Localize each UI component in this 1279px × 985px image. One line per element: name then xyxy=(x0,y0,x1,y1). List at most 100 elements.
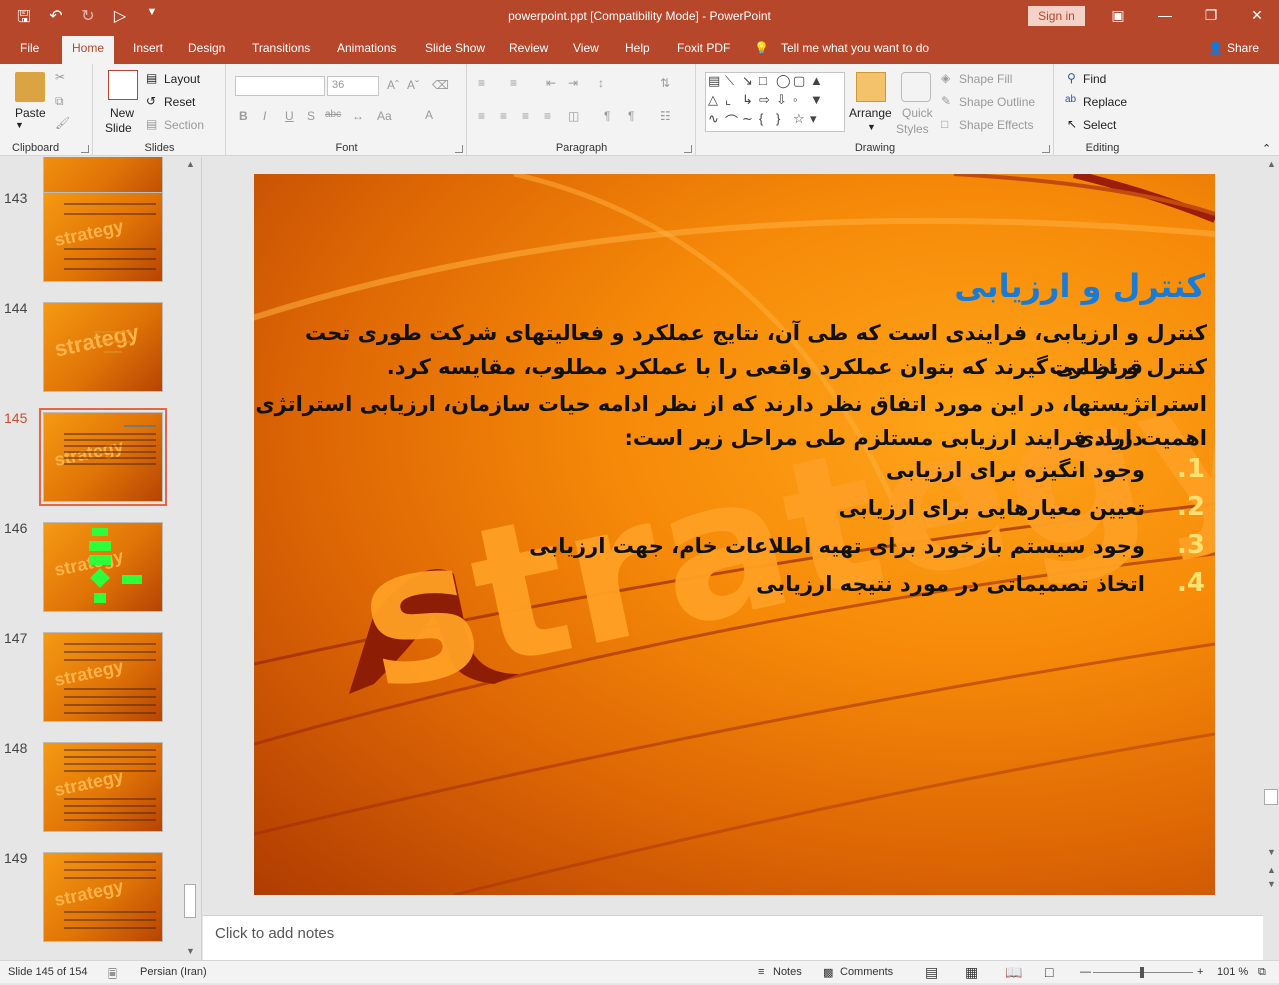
right-arrow-shape-icon[interactable]: ⇨ xyxy=(759,92,776,111)
font-name-combo[interactable] xyxy=(235,76,325,96)
rounded-rect-shape-icon[interactable]: ▢ xyxy=(793,73,810,92)
slide-thumbnail[interactable]: strategy xyxy=(43,852,163,942)
slide-list-item-1[interactable]: 1. وجود انگیزه برای ارزیابی xyxy=(886,454,1205,484)
rtl-icon[interactable]: ¶ xyxy=(604,109,610,123)
new-slide-label-2[interactable]: Slide xyxy=(105,121,132,135)
increase-indent-icon[interactable]: ⇥ xyxy=(568,76,578,90)
slide-scroll-thumb[interactable] xyxy=(1264,789,1278,805)
copy-icon[interactable]: ⧉ xyxy=(55,94,64,109)
tab-review[interactable]: Review xyxy=(509,41,548,55)
scroll-down-icon[interactable]: ▼ xyxy=(186,946,195,956)
slide-145[interactable]: strategy کنترل و ارزیابی کنترل و ارزیابی… xyxy=(254,174,1215,895)
quick-styles-label-2[interactable]: Styles xyxy=(896,122,929,136)
find-button[interactable]: Find xyxy=(1083,72,1106,86)
bullets-icon[interactable]: ≡ xyxy=(478,76,485,90)
change-case-icon[interactable]: Aa xyxy=(377,109,392,123)
slide-list-item-4[interactable]: 4. اتخاذ تصمیماتی در مورد نتیجه ارزیابی xyxy=(756,568,1205,598)
arrange-button[interactable]: Arrange xyxy=(849,106,892,120)
curve-shape-icon[interactable]: ∼ xyxy=(742,111,759,130)
text-direction-icon[interactable]: ⇅ xyxy=(660,76,670,90)
zoom-in-icon[interactable]: + xyxy=(1197,966,1203,978)
brace-right-shape-icon[interactable]: } xyxy=(776,111,793,130)
italic-icon[interactable]: I xyxy=(263,109,266,123)
font-launcher-icon[interactable] xyxy=(455,145,463,153)
clipboard-launcher-icon[interactable] xyxy=(81,145,89,153)
thumbnail-scrollbar[interactable]: ▲ ▼ xyxy=(182,157,198,960)
justify-icon[interactable]: ≡ xyxy=(544,109,551,123)
scroll-down-icon[interactable]: ▼ xyxy=(1267,847,1276,857)
slide-thumbnail[interactable]: strategy xyxy=(43,302,163,392)
cut-icon[interactable]: ✂ xyxy=(55,70,65,84)
notes-button[interactable]: Notes xyxy=(773,966,802,978)
decrease-indent-icon[interactable]: ⇤ xyxy=(546,76,556,90)
slide-paragraph-1-line-2[interactable]: قرار می گیرند که بتوان عملکرد واقعی را ب… xyxy=(387,350,1143,384)
slide-thumbnail[interactable]: strategy xyxy=(43,522,163,612)
columns-icon[interactable]: ◫ xyxy=(568,109,579,123)
tab-transitions[interactable]: Transitions xyxy=(252,41,310,55)
rectangle-shape-icon[interactable]: □ xyxy=(759,73,776,92)
align-right-icon[interactable]: ≡ xyxy=(522,109,529,123)
tab-help[interactable]: Help xyxy=(625,41,650,55)
ribbon-display-options-icon[interactable]: ▣ xyxy=(1108,7,1128,24)
shape-fill-button[interactable]: Shape Fill xyxy=(959,72,1012,86)
zoom-out-icon[interactable]: — xyxy=(1080,966,1091,978)
quick-styles-icon[interactable] xyxy=(901,72,931,102)
font-color-icon[interactable]: A xyxy=(425,108,433,122)
callout-shape-icon[interactable]: ◦ xyxy=(793,92,810,111)
bold-icon[interactable]: B xyxy=(239,109,248,123)
thumbnail-scroll-thumb[interactable] xyxy=(184,884,196,918)
replace-button[interactable]: Replace xyxy=(1083,95,1127,109)
slide-thumbnail[interactable]: strategy xyxy=(43,192,163,282)
shrink-font-icon[interactable]: Aˇ xyxy=(407,78,419,92)
paste-button[interactable]: Paste xyxy=(15,106,46,120)
format-painter-icon[interactable]: 🖌 xyxy=(55,116,70,130)
align-text-icon[interactable]: ☷ xyxy=(660,109,671,123)
drawing-launcher-icon[interactable] xyxy=(1042,145,1050,153)
quick-styles-button[interactable]: Quick xyxy=(902,106,933,120)
slide-title[interactable]: کنترل و ارزیابی xyxy=(954,267,1205,305)
character-spacing-icon[interactable]: ↔ xyxy=(352,109,364,123)
minimize-icon[interactable]: — xyxy=(1155,7,1175,23)
tab-insert[interactable]: Insert xyxy=(133,41,163,55)
slide-thumbnail[interactable]: strategy xyxy=(43,632,163,722)
close-icon[interactable]: ✕ xyxy=(1247,7,1267,24)
triangle-shape-icon[interactable]: △ xyxy=(708,92,725,111)
gallery-up-icon[interactable]: ▲ xyxy=(810,73,827,92)
clear-formatting-icon[interactable]: ⌫ xyxy=(432,78,449,92)
slide-thumbnail-selected[interactable]: strategy xyxy=(39,408,167,506)
tab-view[interactable]: View xyxy=(573,41,599,55)
numbering-icon[interactable]: ≡ xyxy=(510,76,517,90)
star-shape-icon[interactable]: ☆ xyxy=(793,111,810,130)
arrange-dropdown-icon[interactable]: ▼ xyxy=(867,122,876,132)
gallery-more-icon[interactable]: ▾ xyxy=(810,111,827,130)
ltr-icon[interactable]: ¶ xyxy=(628,109,634,123)
layout-button[interactable]: Layout xyxy=(164,72,200,86)
paragraph-launcher-icon[interactable] xyxy=(684,145,692,153)
comments-button[interactable]: Comments xyxy=(840,966,893,978)
underline-icon[interactable]: U xyxy=(285,109,294,123)
align-left-icon[interactable]: ≡ xyxy=(478,109,485,123)
brace-left-shape-icon[interactable]: { xyxy=(759,111,776,130)
gallery-down-icon[interactable]: ▼ xyxy=(810,92,827,111)
slide-paragraph-2-line-2[interactable]: دارد. فرایند ارزیابی مستلزم طی مراحل زیر… xyxy=(624,421,1143,455)
fit-to-window-icon[interactable]: ⧉ xyxy=(1258,966,1266,979)
tab-design[interactable]: Design xyxy=(188,41,225,55)
previous-slide-icon[interactable]: ▲ xyxy=(1267,865,1276,875)
shapes-gallery[interactable]: ▤ ⟍ ↘ □ ◯ ▢ ▲ △ ⌞ ↳ ⇨ ⇩ ◦ ▼ ∿ ⌒ ∼ { } ☆ … xyxy=(705,72,845,132)
sign-in-button[interactable]: Sign in xyxy=(1028,6,1085,26)
new-slide-icon[interactable] xyxy=(108,70,138,100)
shadow-icon[interactable]: S xyxy=(307,109,315,123)
new-slide-button[interactable]: New xyxy=(110,106,134,120)
zoom-level[interactable]: 101 % xyxy=(1217,966,1248,978)
textbox-shape-icon[interactable]: ▤ xyxy=(708,73,725,92)
notes-placeholder[interactable]: Click to add notes xyxy=(215,925,334,942)
grow-font-icon[interactable]: Aˆ xyxy=(387,78,399,92)
next-slide-icon[interactable]: ▼ xyxy=(1267,879,1276,889)
line-spacing-icon[interactable]: ↕ xyxy=(598,76,604,90)
reading-view-icon[interactable]: 📖 xyxy=(1005,964,1022,981)
slide-list-item-2[interactable]: 2. تعیین معیارهایی برای ارزیابی xyxy=(839,492,1205,522)
notes-pane[interactable]: Click to add notes xyxy=(203,915,1263,960)
tab-animations[interactable]: Animations xyxy=(337,41,396,55)
slide-show-icon[interactable]: □ xyxy=(1045,964,1053,980)
slide-list-item-3[interactable]: 3. وجود سیستم بازخورد برای تهیه اطلاعات خ… xyxy=(529,530,1205,560)
